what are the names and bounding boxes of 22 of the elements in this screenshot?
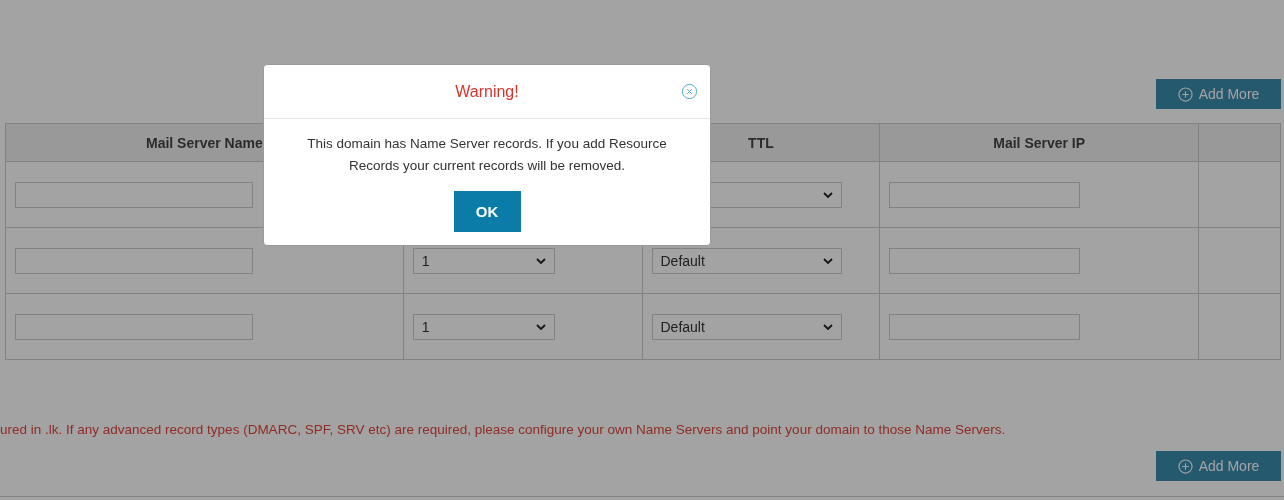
plus-circle-icon: [1177, 86, 1193, 102]
chevron-down-icon: [535, 323, 546, 330]
select-field[interactable]: 1: [412, 313, 555, 340]
input-field[interactable]: [15, 181, 253, 208]
chevron-down-icon: [535, 257, 546, 264]
chevron-down-icon: [822, 257, 833, 264]
column-header: Mail Server IP: [880, 124, 1200, 162]
input-field[interactable]: [15, 247, 253, 274]
chevron-down-icon: [822, 323, 833, 330]
input-field[interactable]: [15, 313, 253, 340]
plus-circle-icon: [1177, 458, 1193, 474]
input-field[interactable]: [889, 313, 1081, 340]
dialog-title: Warning!: [455, 82, 519, 101]
select-field[interactable]: Default: [651, 313, 842, 340]
notice-text: ured in .lk. If any advanced record types (DMARC, SPF, SRV etc) are required, please configure your own Name Servers and point your domain to those Name Servers.: [0, 422, 1007, 437]
chevron-down-icon: [822, 191, 833, 198]
input-field[interactable]: [889, 247, 1081, 274]
ok-button[interactable]: OK: [453, 191, 521, 232]
select-field[interactable]: 1: [412, 247, 555, 274]
input-field[interactable]: [889, 181, 1081, 208]
close-icon[interactable]: [681, 83, 698, 100]
select-field[interactable]: Default: [651, 247, 842, 274]
